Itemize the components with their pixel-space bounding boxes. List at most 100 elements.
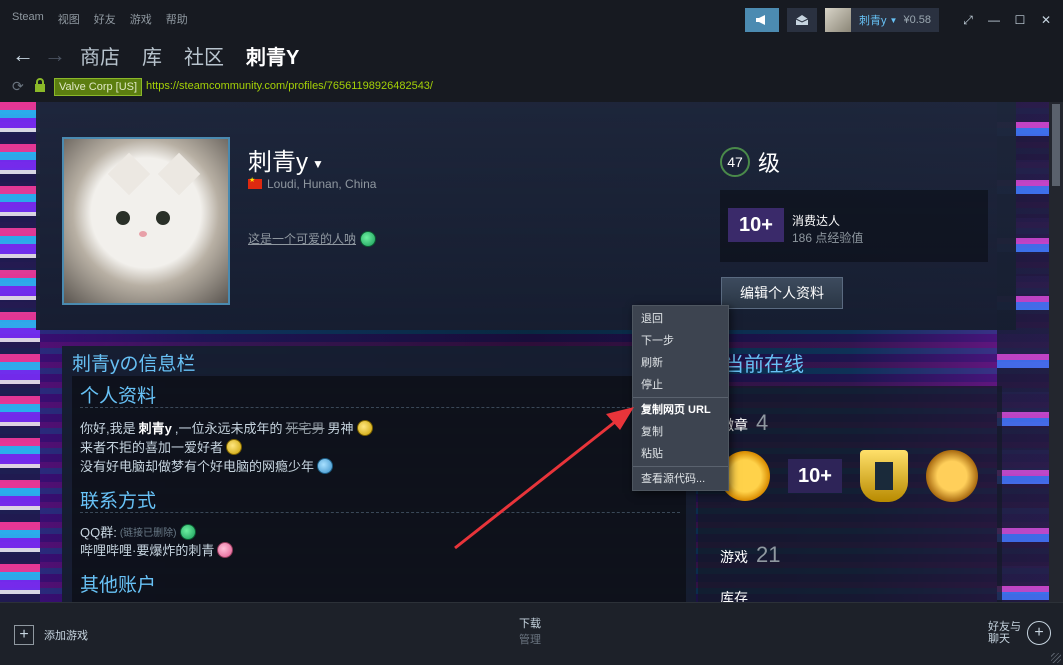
profile-avatar[interactable] xyxy=(62,137,230,305)
url-bar: ⟳ Valve Corp [US] https://steamcommunity… xyxy=(0,72,1063,102)
profile-name[interactable]: 刺青y ▼ xyxy=(248,142,324,177)
emoticon-icon xyxy=(317,457,334,474)
nav-store[interactable]: 商店 xyxy=(80,41,120,70)
profile-name-text: 刺青y xyxy=(248,149,308,176)
menu-item-refresh[interactable]: 刷新 xyxy=(633,352,728,374)
menu-games[interactable]: 游戏 xyxy=(130,11,152,27)
emoticon-icon xyxy=(226,438,243,455)
chevron-down-icon[interactable]: ▼ xyxy=(312,157,324,171)
notifications-button[interactable] xyxy=(787,8,818,32)
friends-chat-button[interactable]: 好友与 聊天 + xyxy=(988,621,1051,645)
steam-window: Steam 视图 好友 游戏 帮助 刺青y ▼ ¥0.58 ⤢ — ☐ ✕ ← … xyxy=(0,0,1063,665)
friends-chat-label: 好友与 聊天 xyxy=(988,621,1021,645)
profile-sidebar: 当前在线 徽章 4 10+ 游戏 21 库存 xyxy=(698,346,1002,602)
account-menu[interactable]: 刺青y ▼ ¥0.58 xyxy=(825,8,939,32)
scrollbar-thumb[interactable] xyxy=(1052,104,1060,186)
menu-help[interactable]: 帮助 xyxy=(166,11,188,27)
badge-name: 消费达人 xyxy=(792,214,841,228)
info-showcase: 刺青yの信息栏 个人资料 你好,我是 刺青y ,一位永远未成年的 死宅男 男神 来者不拒… xyxy=(62,346,696,602)
menu-item-back[interactable]: 退回 xyxy=(633,308,728,330)
divider xyxy=(80,512,680,513)
menu-view[interactable]: 视图 xyxy=(58,11,80,27)
section-title-accounts: 其他账户 xyxy=(80,575,157,596)
bio-line-1: 你好,我是 刺青y ,一位永远未成年的 死宅男 男神 xyxy=(80,418,373,437)
manage-label: 管理 xyxy=(519,634,541,646)
bottom-bar: + 添加游戏 下载 管理 好友与 聊天 + xyxy=(0,602,1063,665)
shield-badge-icon[interactable] xyxy=(860,450,908,502)
megaphone-icon xyxy=(756,15,766,25)
reload-icon[interactable]: ⟳ xyxy=(12,78,24,95)
profile-summary[interactable]: 这是一个可爱的人呐 xyxy=(248,230,377,247)
showcase-content: 个人资料 你好,我是 刺青y ,一位永远未成年的 死宅男 男神 来者不拒的喜加一爱好者 … xyxy=(72,376,686,602)
profile-page: 刺青y▼ Loudi, Hunan, China 这是一个可爱的人呐 47 级 … xyxy=(0,102,1063,602)
featured-badge[interactable]: 10+ 消费达人 186 点经验值 xyxy=(720,190,988,262)
big-picture-icon[interactable]: ⤢ xyxy=(959,11,977,29)
emoticon-icon xyxy=(217,541,234,558)
nav-library[interactable]: 库 xyxy=(142,41,162,70)
emoticon-icon xyxy=(356,419,373,436)
games-link[interactable]: 游戏 21 xyxy=(720,542,780,568)
page-scrollbar[interactable] xyxy=(1049,102,1063,602)
titlebar-controls: 刺青y ▼ ¥0.58 ⤢ — ☐ ✕ xyxy=(745,8,1055,32)
spender-badge-icon[interactable]: 10+ xyxy=(788,459,842,493)
nav-links: 商店 库 社区 刺青Y xyxy=(80,41,299,70)
url-text[interactable]: https://steamcommunity.com/profiles/7656… xyxy=(146,80,433,92)
bio-line-3: 没有好电脑却做梦有个好电脑的网瘾少年 xyxy=(80,456,334,475)
divider xyxy=(80,407,680,408)
context-menu: 退回 下一步 刷新 停止 复制网页 URL 复制 粘贴 查看源代码... xyxy=(632,305,729,491)
summary-text: 这是一个可爱的人呐 xyxy=(248,232,357,246)
wallet-balance: ¥0.58 xyxy=(903,14,931,26)
link-removed: (链接已删除) xyxy=(119,528,177,539)
maximize-button[interactable]: ☐ xyxy=(1011,11,1029,29)
nav-community[interactable]: 社区 xyxy=(184,41,224,70)
plus-icon: + xyxy=(14,625,34,645)
level-label: 级 xyxy=(758,151,781,176)
announcement-button[interactable] xyxy=(745,8,780,32)
nav-bar: ← → 商店 库 社区 刺青Y xyxy=(0,38,1063,72)
chevron-down-icon: ▼ xyxy=(889,15,898,25)
profile-level[interactable]: 47 级 xyxy=(720,146,780,178)
account-name: 刺青y xyxy=(859,15,887,27)
laurel-badge-icon[interactable] xyxy=(926,450,978,502)
add-game-button[interactable]: + 添加游戏 xyxy=(14,625,88,645)
background-left-art xyxy=(0,102,40,602)
add-game-label: 添加游戏 xyxy=(44,630,88,642)
profile-header: 刺青y▼ Loudi, Hunan, China 这是一个可爱的人呐 47 级 … xyxy=(36,102,1016,330)
edit-profile-button[interactable]: 编辑个人资料 xyxy=(721,277,843,309)
menu-item-copy-url[interactable]: 复制网页 URL xyxy=(633,399,728,421)
menu-steam[interactable]: Steam xyxy=(12,11,44,27)
emoticon-icon xyxy=(360,230,377,247)
minimize-button[interactable]: — xyxy=(985,11,1003,29)
downloads-label: 下载 xyxy=(519,618,541,630)
emoticon-icon xyxy=(179,523,196,540)
window-controls: ⤢ — ☐ ✕ xyxy=(959,11,1055,29)
certificate-badge[interactable]: Valve Corp [US] xyxy=(54,78,143,96)
section-title-contact: 联系方式 xyxy=(80,491,157,512)
menu-item-forward[interactable]: 下一步 xyxy=(633,330,728,352)
menu-friends[interactable]: 好友 xyxy=(94,11,116,27)
avatar xyxy=(825,8,852,32)
menu-separator xyxy=(633,397,728,398)
menu-bar: Steam 视图 好友 游戏 帮助 xyxy=(12,11,188,27)
menu-separator xyxy=(633,466,728,467)
lock-icon xyxy=(35,78,45,92)
showcase-title: 刺青yの信息栏 xyxy=(72,354,196,375)
forward-arrow-icon[interactable]: → xyxy=(44,42,66,68)
menu-item-copy[interactable]: 复制 xyxy=(633,421,728,443)
badge-icon: 10+ xyxy=(728,208,784,242)
china-flag-icon xyxy=(248,176,262,189)
level-circle: 47 xyxy=(720,147,750,177)
nav-profile[interactable]: 刺青Y xyxy=(246,41,299,70)
menu-item-stop[interactable]: 停止 xyxy=(633,374,728,396)
menu-item-paste[interactable]: 粘贴 xyxy=(633,443,728,465)
inventory-link[interactable]: 库存 xyxy=(720,588,748,602)
online-status: 当前在线 xyxy=(724,354,804,376)
sidebar-body: 徽章 4 10+ 游戏 21 库存 xyxy=(698,386,1002,602)
resize-grip[interactable] xyxy=(1051,653,1061,663)
profile-location: Loudi, Hunan, China xyxy=(248,176,376,191)
downloads-button[interactable]: 下载 管理 xyxy=(500,615,560,647)
back-arrow-icon[interactable]: ← xyxy=(12,42,34,68)
close-button[interactable]: ✕ xyxy=(1037,11,1055,29)
bio-line-2: 来者不拒的喜加一爱好者 xyxy=(80,437,243,456)
menu-item-view-source[interactable]: 查看源代码... xyxy=(633,468,728,490)
